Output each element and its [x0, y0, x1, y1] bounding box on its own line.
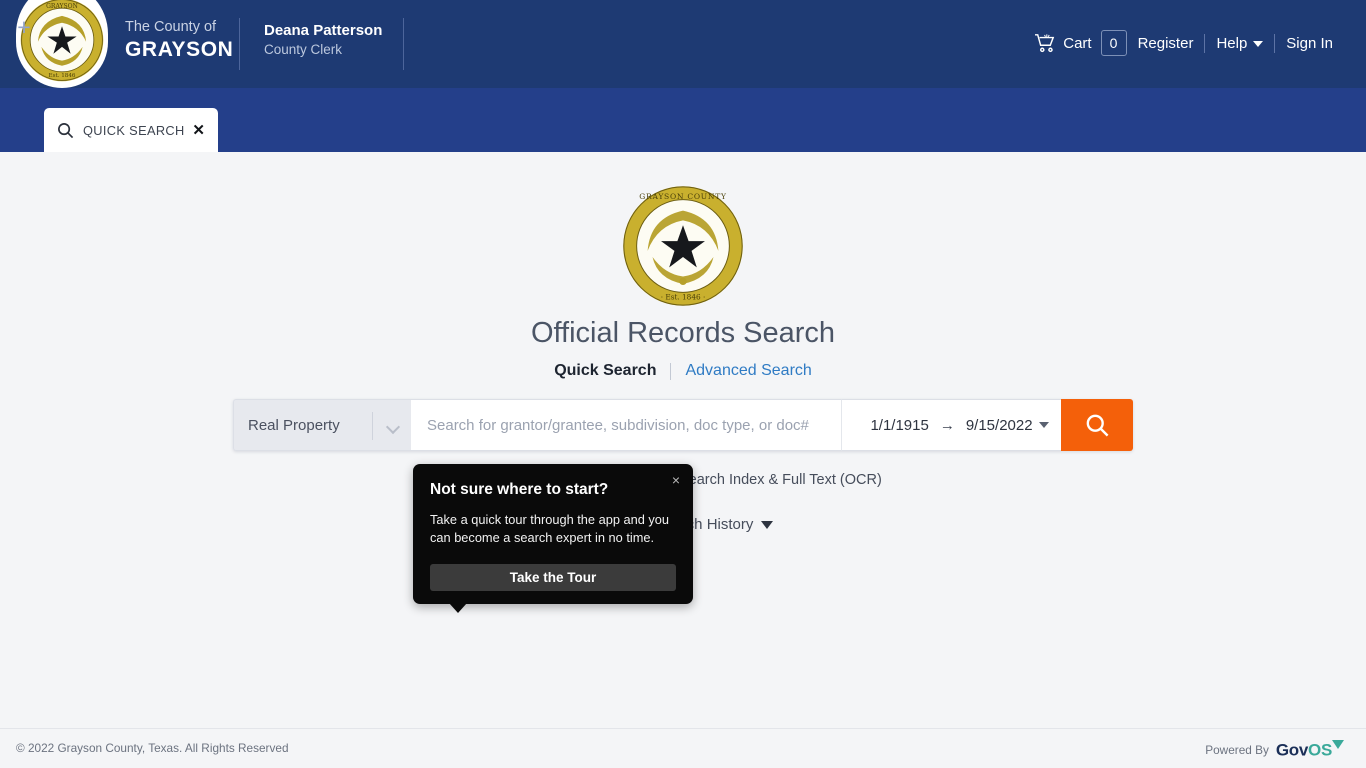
search-mode-tabs: Quick Search Advanced Search — [0, 362, 1366, 380]
select-divider — [372, 412, 373, 440]
cart-count-badge: 0 — [1100, 30, 1127, 56]
site-header: GRAYSON Est. 1846 The County of GRAYSON … — [0, 0, 1366, 88]
register-link[interactable]: Register — [1127, 35, 1205, 52]
svg-text:GRAYSON COUNTY: GRAYSON COUNTY — [639, 192, 727, 201]
clerk-title: County Clerk — [264, 42, 343, 57]
date-to-field[interactable]: 9/15/2022 — [966, 417, 1033, 434]
search-input[interactable] — [411, 399, 841, 451]
chevron-down-icon[interactable] — [1039, 422, 1049, 428]
svg-text:GRAYSON: GRAYSON — [46, 3, 78, 10]
search-submit-button[interactable] — [1061, 399, 1133, 451]
svg-text:Est. 1846: Est. 1846 — [49, 73, 76, 79]
help-label: Help — [1216, 34, 1248, 52]
page-title: Official Records Search — [530, 317, 836, 349]
header-divider-1 — [239, 18, 240, 70]
tour-popover: × Not sure where to start? Take a quick … — [413, 464, 693, 613]
close-icon[interactable]: ✕ — [192, 123, 205, 138]
chevron-down-icon — [385, 419, 401, 435]
caret-down-icon — [761, 520, 774, 529]
tab-quick-search-mode[interactable]: Quick Search — [554, 362, 670, 380]
date-from-field[interactable]: 1/1/1915 — [870, 417, 928, 434]
popover-title: Not sure where to start? — [430, 481, 609, 498]
ocr-label: Search Index & Full Text (OCR) — [679, 472, 882, 488]
search-bar: Real Property 1/1/1915 → 9/15/2022 — [233, 399, 1133, 451]
county-prefix: The County of — [125, 19, 217, 35]
header-divider-2 — [403, 18, 404, 70]
govos-os: OS — [1308, 740, 1332, 760]
main-seal: GRAYSON COUNTY · Est. 1846 · — [622, 185, 744, 312]
main-content: GRAYSON COUNTY · Est. 1846 · Official Re… — [0, 152, 1366, 727]
tab-label: QUICK SEARCH — [83, 122, 185, 138]
close-icon[interactable]: × — [672, 473, 680, 487]
chevron-down-icon — [1253, 40, 1264, 47]
sign-in-link[interactable]: Sign In — [1275, 35, 1344, 52]
powered-by-label: Powered By — [1205, 743, 1269, 758]
cart-icon[interactable] — [1034, 33, 1056, 53]
help-menu[interactable]: Help — [1205, 35, 1274, 52]
app-root: GRAYSON Est. 1846 The County of GRAYSON … — [0, 0, 1366, 768]
search-icon — [1086, 414, 1108, 436]
svg-text:· Est. 1846 ·: · Est. 1846 · — [661, 293, 706, 302]
govos-logo[interactable]: GovOS — [1276, 740, 1344, 761]
govos-tick-icon — [1332, 740, 1344, 749]
govos-gov: Gov — [1275, 740, 1309, 760]
site-footer: © 2022 Grayson County, Texas. All Rights… — [0, 728, 1366, 768]
header-nav: Cart 0 Register Help Sign In — [1034, 30, 1344, 56]
county-seal-icon: GRAYSON Est. 1846 — [20, 0, 104, 82]
range-arrow-icon: → — [939, 416, 955, 434]
category-select[interactable]: Real Property — [233, 399, 411, 451]
copyright-text: © 2022 Grayson County, Texas. All Rights… — [16, 741, 289, 755]
clerk-name: Deana Patterson — [264, 22, 383, 39]
category-select-value: Real Property — [248, 416, 340, 434]
tab-quick-search[interactable]: QUICK SEARCH ✕ — [44, 108, 218, 152]
tab-advanced-search-mode[interactable]: Advanced Search — [671, 362, 811, 380]
clerk-block: Deana Patterson County Clerk — [264, 21, 382, 59]
powered-by-block: Powered By GovOS — [1205, 740, 1344, 761]
county-seal-icon: GRAYSON COUNTY · Est. 1846 · — [623, 186, 743, 306]
search-icon — [57, 122, 74, 139]
popover-body: Take a quick tour through the app and yo… — [430, 512, 670, 545]
add-tab-button[interactable]: + — [14, 16, 34, 39]
county-name: GRAYSON — [125, 38, 234, 61]
popover-arrow — [449, 603, 467, 613]
date-range-picker[interactable]: 1/1/1915 → 9/15/2022 — [841, 399, 1061, 451]
brand-block: The County of GRAYSON — [125, 18, 233, 62]
take-the-tour-button[interactable]: Take the Tour — [430, 564, 676, 591]
cart-label[interactable]: Cart — [1063, 35, 1091, 52]
